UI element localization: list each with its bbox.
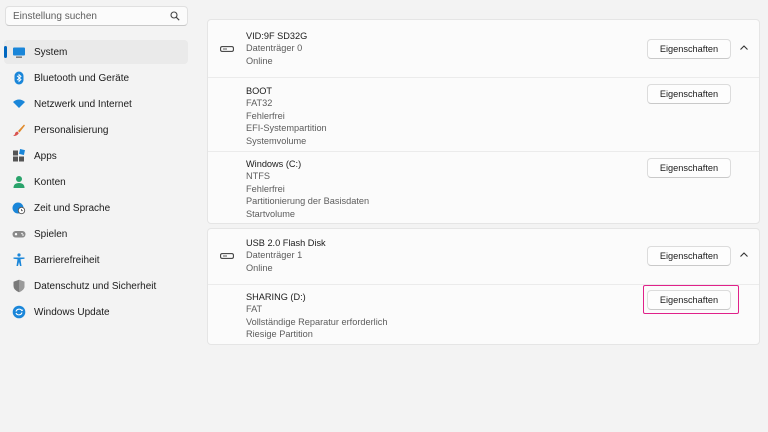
- sidebar-item-accessibility[interactable]: Barrierefreiheit: [4, 248, 188, 272]
- sidebar-nav: System Bluetooth und Geräte Netzwerk und…: [4, 40, 188, 326]
- person-icon: [12, 175, 26, 189]
- sidebar-item-label: Apps: [34, 150, 57, 162]
- properties-button[interactable]: Eigenschaften: [647, 39, 731, 59]
- sidebar-item-privacy-security[interactable]: Datenschutz und Sicherheit: [4, 274, 188, 298]
- disk-status: Online: [246, 262, 273, 273]
- sidebar-item-accounts[interactable]: Konten: [4, 170, 188, 194]
- disk-header-row[interactable]: VID:9F SD32G Datenträger 0 Online Eigens…: [208, 20, 759, 77]
- highlight-box: [643, 285, 739, 314]
- sidebar-item-label: Windows Update: [34, 306, 110, 318]
- search-icon[interactable]: [170, 11, 180, 21]
- gamepad-icon: [12, 227, 26, 241]
- partition-role: Startvolume: [246, 208, 296, 219]
- disk-name: VID:9F SD32G: [246, 31, 308, 41]
- sidebar-item-network[interactable]: Netzwerk und Internet: [4, 92, 188, 116]
- properties-button[interactable]: Eigenschaften: [647, 84, 731, 104]
- sidebar-item-personalization[interactable]: Personalisierung: [4, 118, 188, 142]
- partition-filesystem: NTFS: [246, 171, 270, 182]
- monitor-icon: [12, 45, 26, 59]
- sidebar-item-gaming[interactable]: Spielen: [4, 222, 188, 246]
- partition-health: Vollständige Reparatur erforderlich: [246, 316, 388, 327]
- update-icon: [12, 305, 26, 319]
- settings-search-box[interactable]: [5, 6, 188, 26]
- chevron-up-icon[interactable]: [738, 42, 750, 54]
- sidebar-item-label: Spielen: [34, 228, 68, 240]
- sidebar-item-label: Netzwerk und Internet: [34, 98, 132, 110]
- properties-button[interactable]: Eigenschaften: [647, 246, 731, 266]
- sidebar-item-time-language[interactable]: Zeit und Sprache: [4, 196, 188, 220]
- disk-status: Online: [246, 55, 273, 66]
- partition-filesystem: FAT32: [246, 98, 273, 109]
- partition-row: BOOT FAT32 Fehlerfrei EFI-Systempartitio…: [208, 77, 759, 151]
- shield-icon: [12, 279, 26, 293]
- partition-type: Riesige Partition: [246, 329, 313, 340]
- partition-row: Windows (C:) NTFS Fehlerfrei Partitionie…: [208, 151, 759, 224]
- sidebar-item-label: Datenschutz und Sicherheit: [34, 280, 157, 292]
- sidebar-item-apps[interactable]: Apps: [4, 144, 188, 168]
- brush-icon: [12, 123, 26, 137]
- partition-name: SHARING (D:): [246, 292, 306, 302]
- bluetooth-icon: [12, 71, 26, 85]
- sidebar-item-label: Bluetooth und Geräte: [34, 72, 130, 84]
- disk-number: Datenträger 0: [246, 43, 303, 54]
- disk-name: USB 2.0 Flash Disk: [246, 238, 326, 248]
- sidebar-item-label: Zeit und Sprache: [34, 202, 111, 214]
- search-input[interactable]: [6, 7, 166, 25]
- apps-icon: [12, 149, 26, 163]
- drive-icon: [220, 46, 234, 52]
- sidebar-item-windows-update[interactable]: Windows Update: [4, 300, 188, 324]
- disk-header-row[interactable]: USB 2.0 Flash Disk Datenträger 1 Online …: [208, 229, 759, 284]
- chevron-up-icon[interactable]: [738, 249, 750, 261]
- partition-type: Partitionierung der Basisdaten: [246, 196, 370, 207]
- disk-number: Datenträger 1: [246, 250, 303, 261]
- partition-filesystem: FAT: [246, 304, 263, 315]
- partition-name: Windows (C:): [246, 159, 302, 169]
- partition-name: BOOT: [246, 86, 273, 96]
- partition-type: EFI-Systempartition: [246, 123, 327, 134]
- sidebar-item-system[interactable]: System: [4, 40, 188, 64]
- partition-health: Fehlerfrei: [246, 183, 285, 194]
- wifi-icon: [12, 97, 26, 111]
- drive-icon: [220, 253, 234, 259]
- sidebar-item-label: System: [34, 46, 68, 58]
- partition-health: Fehlerfrei: [246, 110, 285, 121]
- disk-card-0: VID:9F SD32G Datenträger 0 Online Eigens…: [207, 19, 760, 224]
- sidebar-item-bluetooth[interactable]: Bluetooth und Geräte: [4, 66, 188, 90]
- properties-button[interactable]: Eigenschaften: [647, 158, 731, 178]
- partition-role: Systemvolume: [246, 135, 307, 146]
- sidebar-item-label: Konten: [34, 176, 66, 188]
- globe-clock-icon: [12, 201, 26, 215]
- sidebar-item-label: Personalisierung: [34, 124, 109, 136]
- accessibility-icon: [12, 253, 26, 267]
- sidebar-item-label: Barrierefreiheit: [34, 254, 100, 266]
